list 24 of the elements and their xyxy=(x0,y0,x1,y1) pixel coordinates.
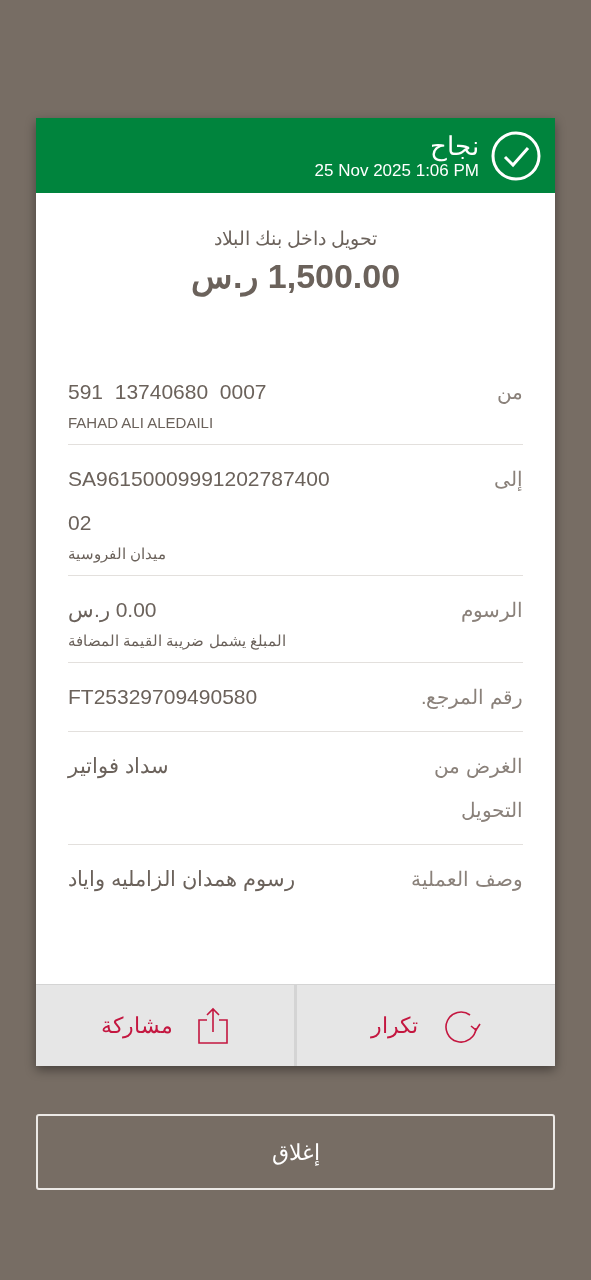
detail-value: FT25329709490580 xyxy=(68,683,258,710)
detail-value: 591 13740680 0007 xyxy=(68,378,267,405)
detail-value: سداد فواتير xyxy=(68,752,169,781)
status-title: نجاح xyxy=(430,130,479,161)
repeat-button[interactable]: تكرار xyxy=(297,985,555,1066)
transfer-amount: 1,500.00 ر.س xyxy=(190,255,401,298)
detail-label: من xyxy=(497,379,523,406)
detail-subtext: المبلغ يشمل ضريبة القيمة المضافة xyxy=(68,631,286,650)
detail-label: إلى xyxy=(494,466,523,493)
detail-label: وصف العملية xyxy=(411,866,523,893)
share-icon xyxy=(197,1006,229,1045)
detail-label: الرسوم xyxy=(461,597,523,624)
check-circle-icon xyxy=(491,130,541,181)
detail-value: SA96150009991202787400 xyxy=(68,465,330,492)
detail-value: 02 xyxy=(68,509,92,536)
detail-label: الغرض من التحويل xyxy=(433,753,523,824)
share-button[interactable]: مشاركة xyxy=(36,985,297,1066)
transfer-type: تحويل داخل بنك البلاد xyxy=(213,227,378,252)
detail-label: رقم المرجع. xyxy=(420,684,523,711)
detail-subtext: FAHAD ALI ALEDAILI xyxy=(68,413,214,432)
close-button[interactable]: إغلاق xyxy=(36,1114,555,1190)
detail-value: 0.00 ر.س xyxy=(68,596,157,625)
detail-value: رسوم همدان الزامليه واياد xyxy=(68,865,295,894)
detail-subtext: ميدان الفروسية xyxy=(68,544,167,563)
